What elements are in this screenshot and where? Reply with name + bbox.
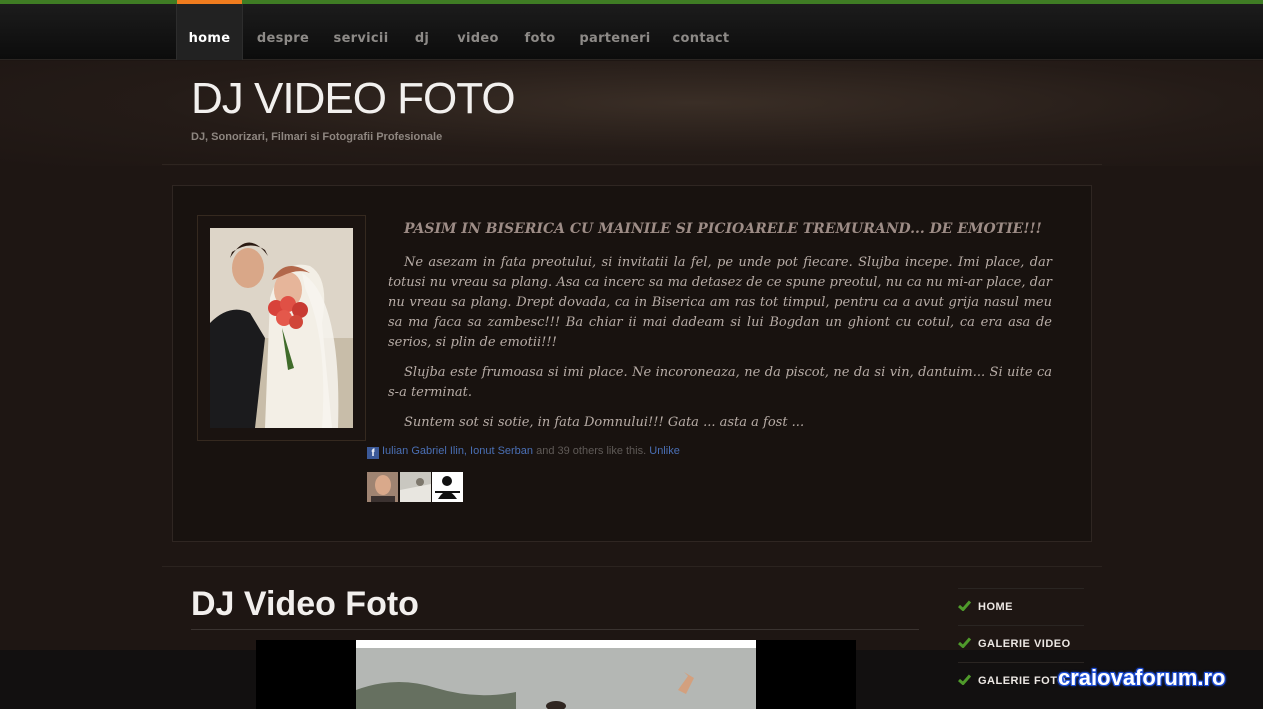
facebook-icon: f [367, 447, 379, 459]
watermark-logo: craiovaforum.ro [1058, 665, 1226, 690]
site-logo[interactable]: DJ VIDEO FOTO [191, 74, 516, 124]
avatar-image [400, 472, 431, 502]
sidebar-item-label: GALERIE FOTO [978, 675, 1067, 687]
nav-foto[interactable]: foto [516, 4, 564, 60]
story-paragraph: Suntem sot si sotie, in fata Domnului!!!… [404, 415, 805, 430]
nav-servicii[interactable]: servicii [328, 4, 394, 60]
site-tagline: DJ, Sonorizari, Filmari si Fotografii Pr… [191, 131, 443, 143]
avatar-image [367, 472, 398, 502]
header-background [0, 61, 1263, 166]
main-navigation: home despre servicii dj video foto parte… [0, 0, 1263, 60]
nav-dj[interactable]: dj [404, 4, 440, 60]
sidebar-item-galerie-video[interactable]: GALERIE VIDEO [958, 625, 1084, 662]
nav-foto-label: foto [524, 31, 556, 46]
nav-parteneri[interactable]: parteneri [576, 4, 654, 60]
story-title: PASIM IN BISERICA CU MAINILE SI PICIOARE… [404, 221, 1042, 237]
avatar-image [432, 472, 463, 502]
sidebar-item-label: HOME [978, 601, 1013, 613]
nav-despre[interactable]: despre [250, 4, 316, 60]
avatar[interactable] [432, 472, 463, 502]
avatar[interactable] [367, 472, 398, 502]
check-icon [958, 674, 971, 685]
sidebar-item-label: GALERIE VIDEO [978, 638, 1071, 650]
content-divider [162, 566, 1102, 567]
facebook-like-line: f Iulian Gabriel Ilin, Ionut Serban and 3… [367, 445, 680, 459]
facebook-liker-names[interactable]: Iulian Gabriel Ilin, Ionut Serban [382, 445, 533, 457]
nav-despre-label: despre [256, 31, 310, 46]
nav-video-label: video [457, 31, 499, 46]
nav-home[interactable]: home [176, 0, 243, 60]
check-icon [958, 600, 971, 611]
avatar[interactable] [400, 472, 431, 502]
story-paragraph: Ne asezam in fata preotului, si invitati… [388, 255, 1052, 350]
nav-servicii-label: servicii [333, 31, 389, 46]
header-divider [162, 164, 1102, 165]
video-frame[interactable] [356, 640, 756, 709]
page-title: DJ Video Foto [191, 585, 419, 623]
nav-contact-label: contact [672, 31, 730, 46]
nav-home-label: home [188, 31, 231, 46]
nav-video[interactable]: video [450, 4, 506, 60]
video-frame-image [356, 640, 756, 709]
story-paragraph: Slujba este frumoasa si imi place. Ne in… [388, 365, 1052, 400]
facebook-unlike-link[interactable]: Unlike [649, 445, 680, 457]
wedding-photo-image [210, 228, 353, 428]
facebook-like-count: and 39 others like this. [536, 445, 647, 457]
nav-contact[interactable]: contact [668, 4, 734, 60]
check-icon [958, 637, 971, 648]
wedding-photo [210, 228, 353, 428]
nav-dj-label: dj [414, 31, 430, 46]
nav-parteneri-label: parteneri [579, 31, 651, 46]
title-underline [191, 629, 919, 630]
sidebar-item-home[interactable]: HOME [958, 588, 1084, 625]
